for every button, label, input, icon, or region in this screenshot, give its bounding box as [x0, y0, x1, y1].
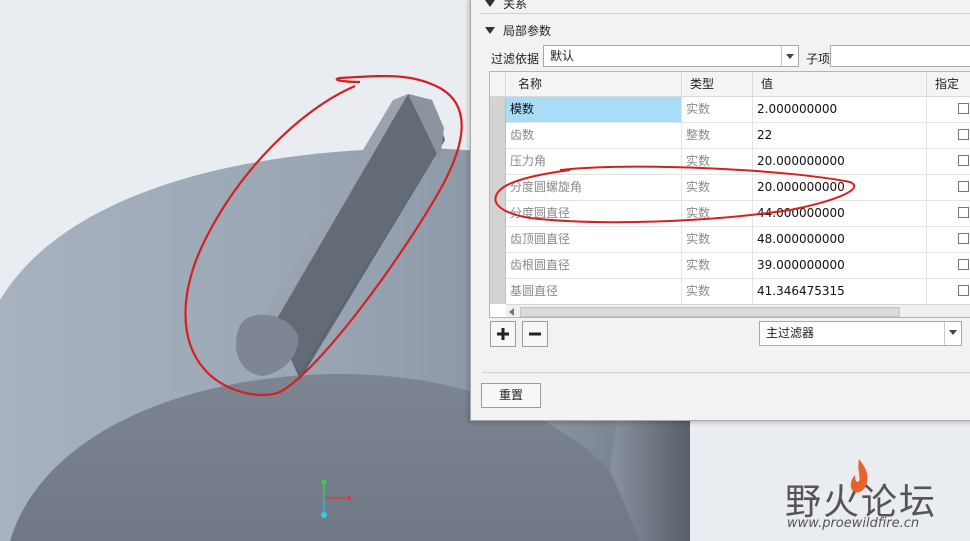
param-type[interactable]: 整数 — [682, 123, 753, 148]
main-filter-value: 主过滤器 — [766, 326, 815, 340]
param-value[interactable]: 39.000000000 — [753, 253, 927, 278]
scroll-left-arrow-icon[interactable] — [509, 308, 514, 316]
column-header-type[interactable]: 类型 — [682, 72, 753, 97]
main-filter-combobox[interactable]: 主过滤器 — [759, 321, 962, 346]
param-value[interactable]: 20.000000000 — [753, 149, 927, 174]
specify-checkbox[interactable] — [958, 129, 969, 140]
specify-checkbox[interactable] — [958, 155, 969, 166]
divider — [481, 13, 970, 14]
param-value[interactable]: 41.346475315 — [753, 279, 927, 304]
header-corner — [490, 72, 506, 97]
param-type[interactable]: 实数 — [682, 97, 753, 122]
param-name[interactable]: 分度圆螺旋角 — [506, 175, 682, 200]
reset-button[interactable]: 重置 — [481, 383, 541, 408]
table-row[interactable]: 压力角 实数 20.000000000 — [506, 149, 970, 175]
param-value[interactable]: 22 — [753, 123, 927, 148]
table-row[interactable]: 分度圆直径 实数 44.000000000 — [506, 201, 970, 227]
param-type[interactable]: 实数 — [682, 201, 753, 226]
param-type[interactable]: 实数 — [682, 279, 753, 304]
collapse-triangle-icon[interactable] — [485, 27, 495, 34]
param-name[interactable]: 基圆直径 — [506, 279, 682, 304]
param-type[interactable]: 实数 — [682, 175, 753, 200]
subitem-label: 子项 — [806, 52, 831, 66]
table-row[interactable]: 齿数 整数 22 — [506, 123, 970, 149]
param-value[interactable]: 44.000000000 — [753, 201, 927, 226]
param-name[interactable]: 齿数 — [506, 123, 682, 148]
subitem-combobox[interactable] — [830, 45, 970, 67]
relations-section-header[interactable]: 关系 — [485, 0, 527, 12]
dropdown-arrow-icon[interactable] — [944, 322, 961, 345]
dropdown-arrow-icon[interactable] — [781, 46, 798, 66]
scrollbar-thumb[interactable] — [520, 307, 900, 317]
table-row[interactable]: 分度圆螺旋角 实数 20.000000000 — [506, 175, 970, 201]
param-type[interactable]: 实数 — [682, 253, 753, 278]
relations-label: 关系 — [503, 0, 528, 11]
param-type[interactable]: 实数 — [682, 149, 753, 174]
specify-checkbox[interactable] — [958, 259, 969, 270]
table-row[interactable]: 齿顶圆直径 实数 48.000000000 — [506, 227, 970, 253]
table-row[interactable]: 基圆直径 实数 41.346475315 — [506, 279, 970, 305]
divider — [482, 372, 970, 373]
add-param-button[interactable] — [490, 321, 516, 347]
parameters-table: 名称 类型 值 指定 模数 实数 2.000000000 齿数 整数 22 压力… — [489, 71, 970, 318]
remove-param-button[interactable] — [522, 321, 548, 347]
specify-checkbox[interactable] — [958, 207, 969, 218]
param-value[interactable]: 20.000000000 — [753, 175, 927, 200]
minus-icon — [529, 332, 541, 336]
local-params-section-header[interactable]: 局部参数 — [485, 22, 551, 39]
column-header-value[interactable]: 值 — [753, 72, 927, 97]
specify-checkbox[interactable] — [958, 103, 969, 114]
horizontal-scrollbar[interactable] — [506, 304, 970, 317]
param-name[interactable]: 分度圆直径 — [506, 201, 682, 226]
specify-checkbox[interactable] — [958, 181, 969, 192]
param-type[interactable]: 实数 — [682, 227, 753, 252]
param-name[interactable]: 齿根圆直径 — [506, 253, 682, 278]
collapse-triangle-icon[interactable] — [485, 0, 495, 7]
specify-checkbox[interactable] — [958, 285, 969, 296]
column-header-name[interactable]: 名称 — [506, 72, 682, 97]
plus-icon — [497, 328, 509, 340]
filter-label: 过滤依据 — [491, 52, 540, 66]
watermark-logo: 野火论坛 www.proewildfire.cn — [785, 455, 970, 541]
table-row[interactable]: 齿根圆直径 实数 39.000000000 — [506, 253, 970, 279]
table-row[interactable]: 模数 实数 2.000000000 — [506, 97, 970, 123]
column-header-specify[interactable]: 指定 — [927, 72, 970, 97]
local-params-label: 局部参数 — [503, 24, 552, 38]
row-header-gutter — [490, 97, 506, 304]
filter-combobox[interactable]: 默认 — [543, 45, 799, 67]
specify-checkbox[interactable] — [958, 233, 969, 244]
watermark-url: www.proewildfire.cn — [787, 516, 920, 531]
filter-value: 默认 — [550, 49, 575, 63]
param-name[interactable]: 齿顶圆直径 — [506, 227, 682, 252]
param-name[interactable]: 压力角 — [506, 149, 682, 174]
param-value[interactable]: 2.000000000 — [753, 97, 927, 122]
param-name[interactable]: 模数 — [506, 97, 682, 122]
param-value[interactable]: 48.000000000 — [753, 227, 927, 252]
